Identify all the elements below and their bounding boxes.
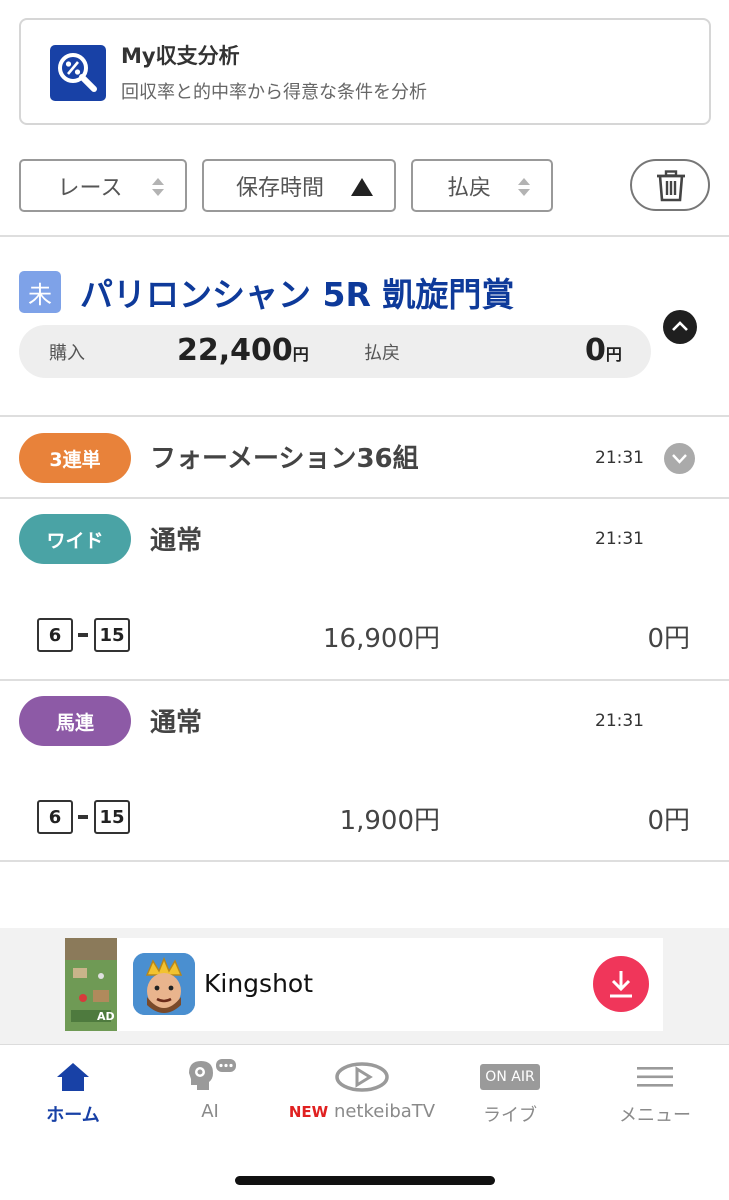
bet-description: フォーメーション36組: [150, 444, 419, 474]
home-icon: [57, 1063, 89, 1091]
bet-time: 21:31: [595, 529, 644, 549]
app-icon: [133, 953, 195, 1015]
trash-icon: [657, 170, 685, 202]
divider: [0, 415, 729, 417]
horse-number: 6: [37, 800, 73, 834]
ai-brain-icon: [189, 1059, 236, 1090]
nav-tv-text: netkeibaTV: [333, 1101, 436, 1122]
purchase-label: 購入: [49, 343, 85, 364]
nav-menu[interactable]: メニュー: [590, 1045, 720, 1135]
analysis-title: My収支分析: [121, 44, 240, 68]
menu-icon: [637, 1067, 673, 1087]
purchase-amount: 22,400円: [177, 333, 309, 368]
download-icon: [610, 971, 632, 998]
race-status-badge: 未: [19, 271, 61, 313]
bet-description: 通常: [150, 526, 203, 556]
divider: [0, 235, 729, 237]
percent-search-icon: [50, 45, 106, 101]
on-air-badge: ON AIR: [480, 1064, 540, 1090]
bet-time: 21:31: [595, 711, 644, 731]
ad-app-name: Kingshot: [204, 969, 314, 998]
combo-dash: [78, 815, 88, 819]
bet-stake: 1,900円: [339, 806, 440, 836]
collapse-race-button[interactable]: [663, 310, 697, 344]
bet-payout: 0円: [647, 624, 690, 654]
sort-payout-label: 払戻: [446, 175, 491, 201]
race-title[interactable]: パリロンシャン 5R 凱旋門賞: [80, 268, 514, 316]
analysis-subtitle: 回収率と的中率から得意な条件を分析: [121, 82, 427, 103]
my-analysis-card[interactable]: My収支分析 回収率と的中率から得意な条件を分析: [19, 18, 711, 125]
ad-game-thumbnail: AD: [65, 938, 117, 1031]
expand-bet-button[interactable]: [664, 443, 695, 474]
sort-saved-time-label: 保存時間: [235, 175, 324, 201]
nav-netkeiba-tv[interactable]: NEW netkeibaTV: [274, 1045, 450, 1135]
tv-play-icon: [335, 1062, 389, 1092]
nav-ai-label: AI: [201, 1101, 219, 1122]
sort-updown-icon: [152, 178, 164, 196]
bet-stake: 16,900円: [323, 624, 440, 654]
delete-button[interactable]: [630, 159, 710, 211]
chevron-down-icon: [672, 454, 687, 464]
bet-type-badge: 3連単: [19, 433, 131, 483]
ad-content[interactable]: AD Kingshot: [65, 938, 663, 1031]
nav-home[interactable]: ホーム: [0, 1045, 146, 1135]
bet-type-badge: ワイド: [19, 514, 131, 564]
new-badge: NEW: [288, 1103, 329, 1121]
home-indicator: [235, 1176, 495, 1185]
nav-menu-label: メニュー: [619, 1105, 691, 1126]
horse-number: 15: [94, 800, 130, 834]
sort-saved-time-button[interactable]: 保存時間: [202, 159, 396, 212]
sort-race-label: レース: [57, 175, 123, 201]
nav-tv-label: NEW netkeibaTV: [274, 1101, 450, 1122]
bet-time: 21:31: [595, 448, 644, 468]
race-summary: 購入 22,400円 払戻 0円: [19, 325, 651, 378]
sort-race-button[interactable]: レース: [19, 159, 187, 212]
nav-home-label: ホーム: [46, 1105, 100, 1126]
horse-number: 6: [37, 618, 73, 652]
nav-live[interactable]: ON AIR ライブ: [450, 1045, 570, 1135]
bet-payout: 0円: [647, 806, 690, 836]
divider: [0, 679, 729, 681]
ad-badge: AD: [97, 1010, 115, 1023]
combo-dash: [78, 633, 88, 637]
divider: [0, 860, 729, 862]
nav-ai[interactable]: AI: [146, 1045, 274, 1135]
download-button[interactable]: [593, 956, 649, 1012]
chevron-up-icon: [672, 321, 688, 331]
ad-banner[interactable]: AD Kingshot: [0, 928, 729, 1044]
nav-live-label: ライブ: [483, 1105, 537, 1126]
sort-payout-button[interactable]: 払戻: [411, 159, 553, 212]
bet-description: 通常: [150, 708, 203, 738]
divider: [0, 497, 729, 499]
bet-type-badge: 馬連: [19, 696, 131, 746]
payout-label: 払戻: [364, 343, 400, 364]
payout-amount: 0円: [585, 333, 622, 368]
sort-updown-icon: [518, 178, 530, 196]
horse-number: 15: [94, 618, 130, 652]
sort-ascending-icon: [351, 178, 373, 196]
